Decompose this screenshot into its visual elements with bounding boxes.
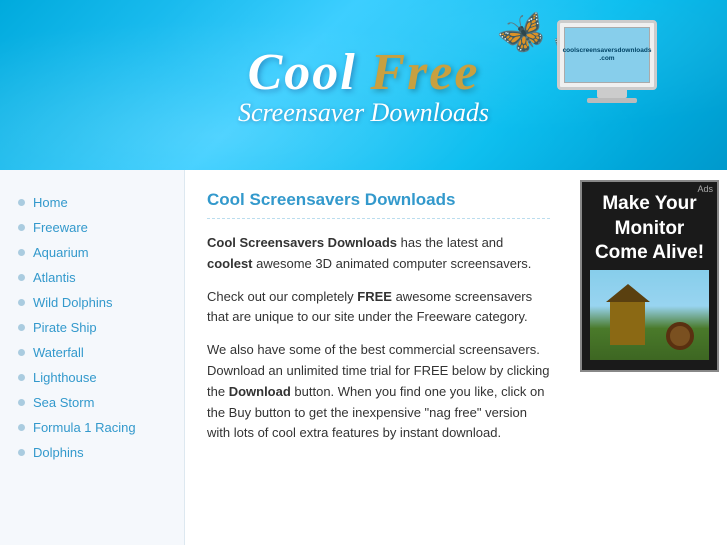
- mill-building: [610, 300, 645, 345]
- bold-download: Download: [229, 384, 291, 399]
- sidebar-label-formula1: Formula 1 Racing: [33, 420, 136, 435]
- bullet-icon: [18, 224, 25, 231]
- bullet-icon: [18, 324, 25, 331]
- bullet-icon: [18, 299, 25, 306]
- header-title-cool: Cool: [248, 44, 357, 101]
- sidebar-item-waterfall[interactable]: Waterfall: [0, 340, 184, 365]
- sidebar-item-aquarium[interactable]: Aquarium: [0, 240, 184, 265]
- monitor-base: [587, 98, 637, 103]
- sidebar-label-freeware: Freeware: [33, 220, 88, 235]
- sidebar-item-wild-dolphins[interactable]: Wild Dolphins: [0, 290, 184, 315]
- content-title: Cool Screensavers Downloads: [207, 190, 550, 219]
- content-paragraph1: Cool Screensavers Downloads has the late…: [207, 233, 550, 275]
- ad-image: [590, 270, 709, 360]
- sidebar-label-atlantis: Atlantis: [33, 270, 76, 285]
- header-subtitle: Screensaver Downloads: [238, 98, 489, 128]
- sidebar-item-formula1[interactable]: Formula 1 Racing: [0, 415, 184, 440]
- ad-box[interactable]: Ads Make Your Monitor Come Alive!: [580, 180, 719, 372]
- bold-coolest: coolest: [207, 256, 253, 271]
- bullet-icon: [18, 249, 25, 256]
- header-title-row: Cool Free: [238, 43, 489, 102]
- sidebar-item-home[interactable]: Home: [0, 190, 184, 215]
- bullet-icon: [18, 424, 25, 431]
- bold-free: FREE: [357, 289, 392, 304]
- main-wrapper: Home Freeware Aquarium Atlantis Wild Dol…: [0, 170, 727, 545]
- para2-before: Check out our completely: [207, 289, 357, 304]
- sidebar-label-lighthouse: Lighthouse: [33, 370, 97, 385]
- sidebar-item-pirate-ship[interactable]: Pirate Ship: [0, 315, 184, 340]
- monitor-stand: [597, 90, 627, 98]
- sidebar-item-freeware[interactable]: Freeware: [0, 215, 184, 240]
- ad-title: Make Your Monitor Come Alive!: [595, 193, 704, 263]
- bullet-icon: [18, 349, 25, 356]
- mill-roof: [606, 284, 650, 302]
- para1-text2: awesome 3D animated computer screensaver…: [253, 256, 532, 271]
- bullet-icon: [18, 274, 25, 281]
- content-paragraph2: Check out our completely FREE awesome sc…: [207, 287, 550, 329]
- mill-wheel: [666, 322, 694, 350]
- sidebar: Home Freeware Aquarium Atlantis Wild Dol…: [0, 170, 185, 545]
- sidebar-label-pirate-ship: Pirate Ship: [33, 320, 97, 335]
- sidebar-label-home: Home: [33, 195, 68, 210]
- bullet-icon: [18, 399, 25, 406]
- sidebar-item-sea-storm[interactable]: Sea Storm: [0, 390, 184, 415]
- monitor-text: coolscreensaversdownloads .com: [563, 47, 652, 64]
- monitor-screen: coolscreensaversdownloads .com: [564, 27, 650, 83]
- bullet-icon: [18, 449, 25, 456]
- bold-brand: Cool Screensavers Downloads: [207, 235, 397, 250]
- site-header: 🦋 🦋 Cool Free Screensaver Downloads cool…: [0, 0, 727, 170]
- bullet-icon: [18, 199, 25, 206]
- sidebar-label-dolphins: Dolphins: [33, 445, 84, 460]
- header-content: Cool Free Screensaver Downloads: [238, 43, 489, 128]
- header-title-free: Free: [370, 44, 479, 101]
- sidebar-item-dolphins[interactable]: Dolphins: [0, 440, 184, 465]
- header-monitor: coolscreensaversdownloads .com: [557, 20, 667, 110]
- sidebar-item-lighthouse[interactable]: Lighthouse: [0, 365, 184, 390]
- ad-panel: Ads Make Your Monitor Come Alive!: [572, 170, 727, 545]
- para1-text1: has the latest and: [397, 235, 503, 250]
- sidebar-label-wild-dolphins: Wild Dolphins: [33, 295, 112, 310]
- sidebar-label-aquarium: Aquarium: [33, 245, 89, 260]
- main-content: Cool Screensavers Downloads Cool Screens…: [185, 170, 572, 545]
- bullet-icon: [18, 374, 25, 381]
- sidebar-item-atlantis[interactable]: Atlantis: [0, 265, 184, 290]
- sidebar-label-waterfall: Waterfall: [33, 345, 84, 360]
- content-paragraph3: We also have some of the best commercial…: [207, 340, 550, 444]
- monitor-body: coolscreensaversdownloads .com: [557, 20, 657, 90]
- sidebar-label-sea-storm: Sea Storm: [33, 395, 94, 410]
- ad-label: Ads: [697, 184, 713, 196]
